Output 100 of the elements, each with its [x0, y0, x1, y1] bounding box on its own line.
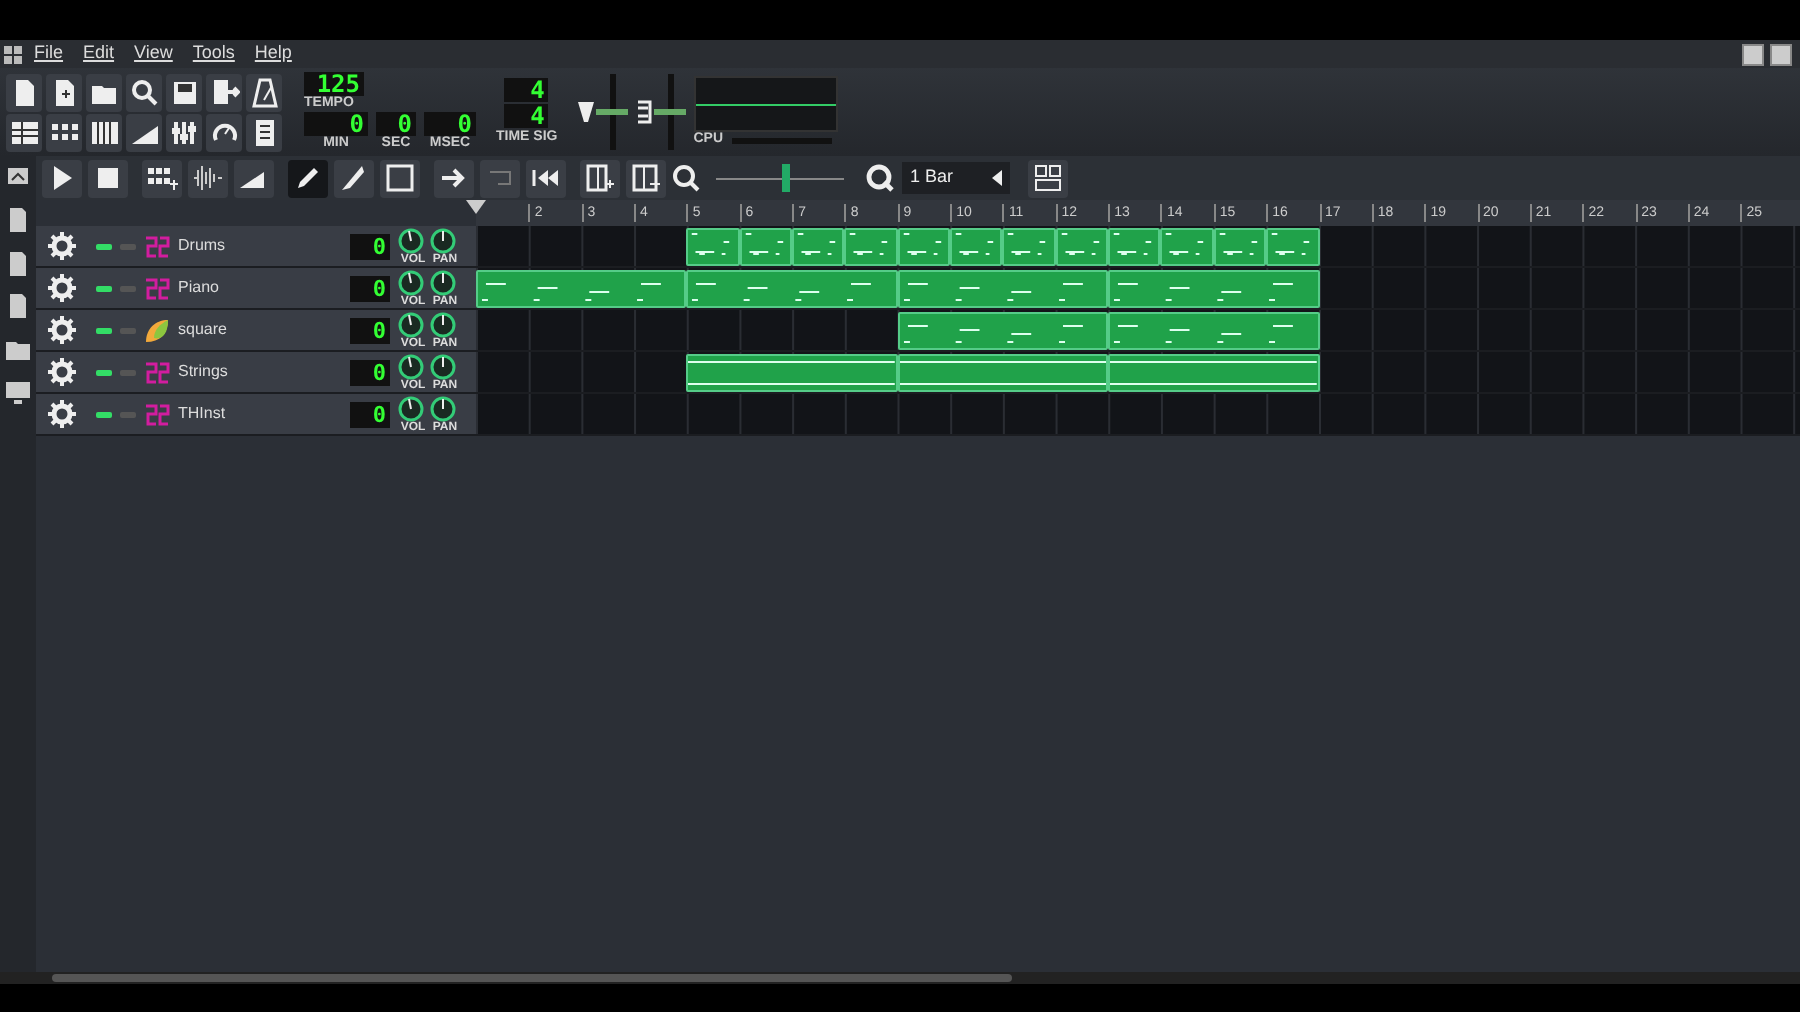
menu-item[interactable]: File — [24, 40, 74, 68]
zoom-icon — [672, 164, 700, 192]
menu-item[interactable]: Help — [244, 40, 302, 68]
volume-display: 0 — [350, 359, 390, 385]
volume-display: 0 — [350, 233, 390, 259]
menu-item[interactable]: View — [124, 40, 183, 68]
stop-icon — [92, 162, 124, 194]
save-icon[interactable] — [169, 77, 199, 107]
menu-item[interactable]: Edit — [73, 40, 125, 68]
restore-button[interactable] — [1742, 43, 1764, 65]
pattern-clip[interactable] — [897, 312, 1109, 350]
menu-item[interactable]: Tools — [182, 40, 245, 68]
mute-toggle[interactable] — [96, 243, 112, 249]
pattern-clip[interactable] — [686, 270, 898, 308]
pattern-clip[interactable] — [950, 228, 1003, 266]
mixer-icon[interactable] — [169, 117, 199, 147]
play-tool-button[interactable] — [42, 159, 82, 197]
mute-toggle[interactable] — [96, 327, 112, 333]
remove-bar-tool-button[interactable] — [626, 159, 666, 197]
time-signature-denominator: 4 — [504, 104, 549, 128]
pattern-clip[interactable] — [1266, 228, 1319, 266]
pattern-clip[interactable] — [1160, 228, 1214, 266]
track-name[interactable]: Piano — [178, 276, 342, 300]
selection-rectangle-tool-button[interactable] — [380, 159, 420, 197]
volume-knob[interactable] — [398, 353, 424, 379]
remove-bar-icon — [630, 162, 662, 194]
metronome-icon[interactable] — [249, 77, 279, 107]
volume-display: 0 — [350, 317, 390, 343]
pencil-tool-button[interactable] — [288, 159, 328, 197]
pattern-clip[interactable] — [792, 228, 845, 266]
pattern-clip[interactable] — [897, 270, 1109, 308]
pattern-clip[interactable] — [1108, 312, 1319, 350]
samples-icon[interactable] — [6, 208, 30, 233]
time-signature-numerator: 4 — [504, 78, 549, 102]
gear-icon[interactable] — [48, 316, 76, 344]
gear-icon[interactable] — [48, 232, 76, 260]
beat-add-tool-button[interactable] — [142, 159, 182, 197]
pencil-icon — [292, 162, 324, 194]
pattern-clip[interactable] — [844, 228, 898, 266]
leaf-icon — [144, 317, 170, 343]
insert-bar-icon — [584, 162, 616, 194]
instruments-icon[interactable] — [6, 165, 30, 190]
gear-icon[interactable] — [48, 358, 76, 386]
root-folder-icon[interactable] — [6, 337, 30, 362]
track-name[interactable]: THInst — [178, 402, 342, 426]
gear-icon[interactable] — [48, 274, 76, 302]
volume-knob[interactable] — [398, 395, 424, 421]
export-icon[interactable] — [209, 77, 239, 107]
pattern-clip[interactable] — [1108, 354, 1319, 392]
pattern-clip[interactable] — [897, 228, 951, 266]
waveform-tool-button[interactable] — [188, 159, 228, 197]
computer-icon[interactable] — [6, 380, 30, 405]
master-pitch-slider[interactable] — [653, 109, 686, 115]
pattern-clip[interactable] — [1213, 228, 1267, 266]
knife-tool-button[interactable] — [334, 159, 374, 197]
pan-knob[interactable] — [430, 269, 456, 295]
pattern-clip[interactable] — [686, 354, 898, 392]
volume-icon — [577, 100, 594, 124]
stop-tool-button[interactable] — [88, 159, 128, 197]
pattern-clip[interactable] — [1002, 228, 1056, 266]
track-name[interactable]: Drums — [178, 234, 342, 258]
pattern-clip[interactable] — [1108, 228, 1161, 266]
mute-toggle[interactable] — [96, 369, 112, 375]
pan-knob[interactable] — [430, 227, 456, 253]
volume-knob[interactable] — [398, 227, 424, 253]
rewind-tool-button[interactable] — [526, 159, 566, 197]
pattern-clip[interactable] — [476, 270, 687, 308]
volume-knob[interactable] — [398, 311, 424, 337]
waveform-icon — [192, 162, 224, 194]
insert-bar-tool-button[interactable] — [580, 159, 620, 197]
gear-icon[interactable] — [48, 400, 76, 428]
quantize-dropdown[interactable]: 1 Bar — [902, 162, 1010, 194]
horizontal-scrollbar[interactable] — [52, 974, 1012, 982]
master-volume-slider[interactable] — [595, 109, 628, 115]
pattern-clip[interactable] — [686, 228, 740, 266]
pattern-clip[interactable] — [739, 228, 793, 266]
piano-icon[interactable] — [89, 117, 119, 147]
pattern-clip[interactable] — [897, 354, 1109, 392]
volume-display: 0 — [350, 275, 390, 301]
app-menu-icon[interactable] — [4, 45, 24, 63]
right-arrow-tool-button[interactable] — [434, 159, 474, 197]
mute-toggle[interactable] — [96, 411, 112, 417]
pan-knob[interactable] — [430, 311, 456, 337]
tempo-display: 125 — [304, 72, 364, 96]
pan-knob[interactable] — [430, 353, 456, 379]
song-editor-icon[interactable] — [9, 117, 39, 147]
home-folder-icon[interactable] — [6, 294, 30, 319]
automation-add-tool-button[interactable] — [234, 159, 274, 197]
volume-knob[interactable] — [398, 269, 424, 295]
presets-icon[interactable] — [6, 251, 30, 276]
pattern-clip[interactable] — [1055, 228, 1109, 266]
search-icon[interactable] — [129, 77, 159, 107]
pattern-clip[interactable] — [1108, 270, 1319, 308]
close-button[interactable] — [1770, 43, 1792, 65]
track-name[interactable]: Strings — [178, 360, 342, 384]
minutes-display: 0 — [304, 112, 368, 136]
arrange-icon[interactable] — [1034, 164, 1062, 192]
track-name[interactable]: square — [178, 318, 342, 342]
mute-toggle[interactable] — [96, 285, 112, 291]
pan-knob[interactable] — [430, 395, 456, 421]
